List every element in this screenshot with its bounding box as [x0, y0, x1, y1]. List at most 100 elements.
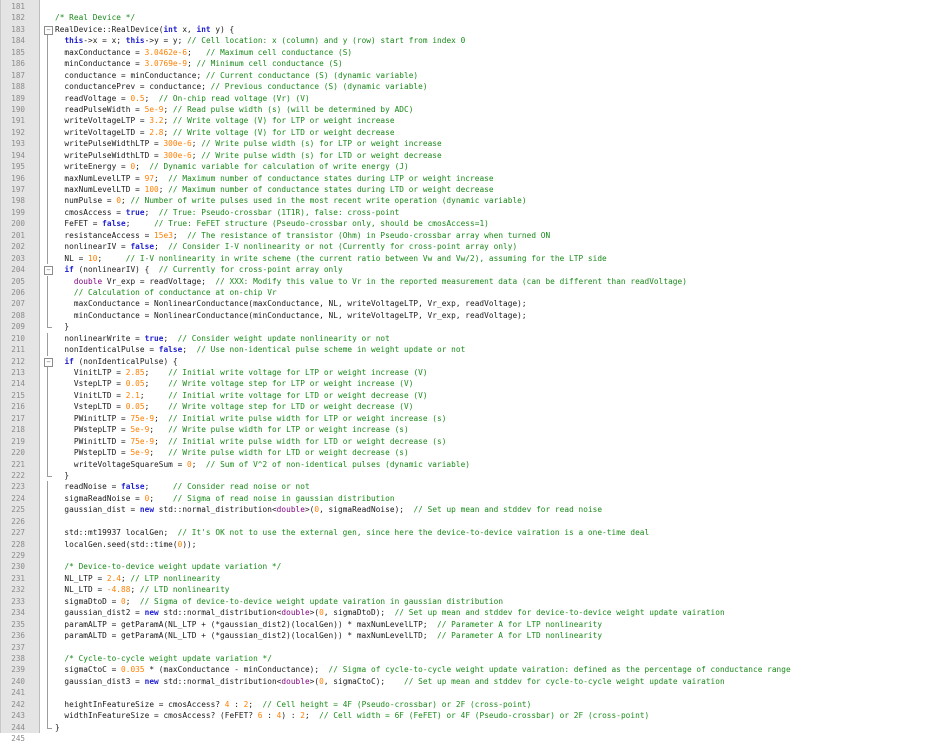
code-text: VinitLTP = 2.85; // Initial write voltag…: [55, 367, 428, 378]
code-line[interactable]: 212 − if (nonIdenticalPulse) {: [1, 356, 937, 367]
code-text: readVoltage =: [55, 93, 131, 103]
code-line[interactable]: 182 /* Real Device */: [1, 12, 937, 23]
code-lines[interactable]: 181 182/* Real Device */183− RealDevice::R…: [1, 1, 937, 744]
fold-guide-icon: [43, 664, 53, 677]
code-text: maxConductance =: [55, 47, 145, 57]
fold-guide-icon: [43, 195, 53, 208]
code-line[interactable]: 214 VstepLTP = 0.05; // Write voltage st…: [1, 378, 937, 391]
code-line[interactable]: 203 NL = 10; // I-V nonlinearity in writ…: [1, 252, 937, 265]
code-line[interactable]: 230 /* Device-to-device weight update va…: [1, 561, 937, 574]
code-line[interactable]: 204 − if (nonlinearIV) { // Currently for…: [1, 264, 937, 276]
code-line[interactable]: 215 VinitLTD = 2.1; // Initial write vol…: [1, 389, 937, 402]
code-line[interactable]: 189 readVoltage = 0.5; // On-chip read v…: [1, 92, 937, 105]
code-line[interactable]: 238 /* Cycle-to-cycle weight update vari…: [1, 652, 937, 665]
code-text: ->y = y;: [144, 36, 188, 46]
code-line[interactable]: 206 // Calculation of conductance at on-…: [1, 286, 937, 299]
number-literal: 3.0769e-9: [144, 59, 188, 69]
fold-toggle-icon[interactable]: −: [44, 25, 53, 35]
code-line[interactable]: 192 writeVoltageLTD = 2.8; // Write volt…: [1, 126, 937, 139]
code-line[interactable]: 198 numPulse = 0; // Number of write pul…: [1, 195, 937, 208]
code-line[interactable]: 188 conductancePrev = conductance; // Pr…: [1, 81, 937, 93]
code-line[interactable]: 205 double Vr_exp = readVoltage; // XXX:…: [1, 275, 937, 288]
code-line[interactable]: 209 }: [1, 321, 937, 332]
code-line[interactable]: 200 FeFET = false; // True: FeFET struct…: [1, 218, 937, 231]
fold-guide-icon: [43, 206, 53, 219]
code-text: VinitLTD = 2.1; // Initial write voltage…: [55, 390, 428, 401]
fold-toggle-icon[interactable]: −: [44, 266, 53, 276]
code-text: nonlinearIV =: [55, 242, 131, 252]
comment: // Previous conductance (S) (dynamic var…: [210, 82, 428, 92]
code-line[interactable]: 227 std::mt19937 localGen; // It's OK no…: [1, 527, 937, 540]
code-line[interactable]: 185 maxConductance = 3.0462e-6; // Maxim…: [1, 46, 937, 59]
fold-guide-icon: [43, 35, 53, 48]
code-line[interactable]: 242 heightInFeatureSize = cmosAccess? 4 …: [1, 698, 937, 711]
code-text: /* Real Device */: [55, 12, 135, 23]
code-line[interactable]: 196 maxNumLevelLTP = 97; // Maximum numb…: [1, 172, 937, 185]
line-number: 192: [11, 127, 25, 137]
code-line[interactable]: 197 maxNumLevelLTD = 100; // Maximum num…: [1, 184, 937, 196]
comment: // Read pulse width (s) (will be determi…: [172, 104, 414, 114]
code-text: ;: [304, 711, 320, 721]
code-line[interactable]: 231 NL_LTP = 2.4; // LTP nonlinearity: [1, 572, 937, 585]
comment: // Write voltage step for LTP or weight …: [168, 379, 414, 389]
code-line[interactable]: 234 gaussian_dist2 = new std::normal_dis…: [1, 607, 937, 620]
line-number: 211: [11, 345, 25, 355]
code-line[interactable]: 240 gaussian_dist3 = new std::normal_dis…: [1, 675, 937, 688]
code-line[interactable]: 184 this->x = x; this->y = y; // Cell lo…: [1, 35, 937, 48]
code-line[interactable]: 187 conductance = minConductance; // Cur…: [1, 69, 937, 82]
line-number: 235: [11, 619, 25, 629]
code-line[interactable]: 213 VinitLTP = 2.85; // Initial write vo…: [1, 367, 937, 379]
code-text: maxConductance = NonlinearConductance(ma…: [55, 298, 527, 309]
code-line[interactable]: 186 minConductance = 3.0769e-9; // Minim…: [1, 58, 937, 71]
code-line[interactable]: 208 minConductance = NonlinearConductanc…: [1, 309, 937, 322]
code-line[interactable]: 195 writeEnergy = 0; // Dynamic variable…: [1, 161, 937, 174]
code-line[interactable]: 241: [1, 687, 937, 700]
code-line[interactable]: 217 PWinitLTP = 75e-9; // Initial write …: [1, 412, 937, 425]
code-line[interactable]: 229: [1, 550, 937, 562]
code-line[interactable]: 218 PWstepLTP = 5e-9; // Write pulse wid…: [1, 424, 937, 437]
code-line[interactable]: 190 readPulseWidth = 5e-9; // Read pulse…: [1, 103, 937, 116]
code-line[interactable]: 202 nonlinearIV = false; // Consider I-V…: [1, 241, 937, 254]
fold-guide-icon: [43, 447, 53, 459]
code-line[interactable]: 235 paramALTP = getParamA(NL_LTP + (*gau…: [1, 618, 937, 631]
code-line[interactable]: 221 writeVoltageSquareSum = 0; // Sum of…: [1, 458, 937, 471]
code-line[interactable]: 216 VstepLTD = 0.05; // Write voltage st…: [1, 401, 937, 414]
code-line[interactable]: 211 nonIdenticalPulse = false; // Use no…: [1, 344, 937, 357]
code-text: /* Cycle-to-cycle weight update variatio…: [55, 653, 272, 664]
code-line[interactable]: 245: [1, 733, 937, 744]
code-line[interactable]: 207 maxConductance = NonlinearConductanc…: [1, 298, 937, 311]
code-line[interactable]: 183− RealDevice::RealDevice(int x, int y)…: [1, 24, 937, 35]
code-line[interactable]: 191 writeVoltageLTP = 3.2; // Write volt…: [1, 115, 937, 128]
code-line[interactable]: 226: [1, 515, 937, 528]
code-text: ;: [135, 162, 150, 172]
code-line[interactable]: 220 PWstepLTD = 5e-9; // Write pulse wid…: [1, 447, 937, 459]
code-line[interactable]: 181: [1, 1, 937, 12]
line-number: 207: [11, 299, 25, 309]
code-line[interactable]: 232 NL_LTD = -4.88; // LTD nonlinearity: [1, 584, 937, 597]
code-line[interactable]: 236 paramALTD = getParamA(NL_LTD + (*gau…: [1, 630, 937, 642]
code-line[interactable]: 237: [1, 641, 937, 654]
code-line[interactable]: 224 sigmaReadNoise = 0; // Sigma of read…: [1, 492, 937, 505]
code-line[interactable]: 201 resistanceAccess = 15e3; // The resi…: [1, 229, 937, 242]
code-line[interactable]: 199 cmosAccess = true; // True: Pseudo-c…: [1, 206, 937, 219]
code-line[interactable]: 210 nonlinearWrite = true; // Consider w…: [1, 332, 937, 345]
code-line[interactable]: 193 writePulseWidthLTP = 300e-6; // Writ…: [1, 138, 937, 151]
code-line[interactable]: 228 localGen.seed(std::time(0));: [1, 538, 937, 551]
code-text: writeVoltageSquareSum =: [55, 459, 188, 469]
code-line[interactable]: 225 gaussian_dist = new std::normal_dist…: [1, 504, 937, 517]
code-editor[interactable]: 181 182/* Real Device */183− RealDevice::R…: [0, 0, 937, 743]
code-line[interactable]: 233 sigmaDtoD = 0; // Sigma of device-to…: [1, 595, 937, 608]
code-text: std::mt19937 localGen; // It's OK not to…: [55, 527, 649, 538]
code-text: gaussian_dist =: [55, 505, 140, 515]
code-line[interactable]: 194 writePulseWidthLTD = 300e-6; // Writ…: [1, 149, 937, 162]
fold-toggle-icon[interactable]: −: [44, 357, 53, 367]
fold-guide-icon: [43, 607, 53, 620]
code-line[interactable]: 243 widthInFeatureSize = cmosAccess? (Fe…: [1, 710, 937, 723]
code-line[interactable]: 222 }: [1, 469, 937, 481]
code-line[interactable]: 244}: [1, 721, 937, 733]
code-line[interactable]: 239 sigmaCtoC = 0.035 * (maxConductance …: [1, 664, 937, 677]
line-number: 209: [11, 322, 25, 332]
code-line[interactable]: 219 PWinitLTD = 75e-9; // Initial write …: [1, 435, 937, 448]
code-line[interactable]: 223 readNoise = false; // Consider read …: [1, 481, 937, 494]
comment: /* Real Device */: [55, 13, 136, 23]
